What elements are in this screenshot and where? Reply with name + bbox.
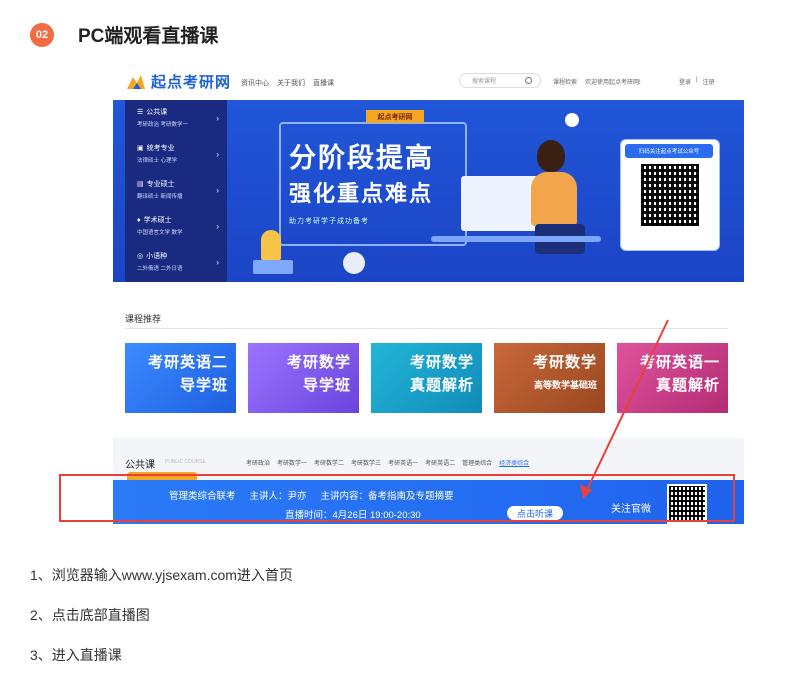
chevron-right-icon: ›	[216, 258, 219, 267]
menu-item-title: 学术硕士	[143, 217, 172, 224]
public-course-tabs: 考研政治 考研数学一 考研数学二 考研数学三 考研英语一 考研英语二 管理类综合…	[246, 458, 529, 467]
hero-banner[interactable]: ☰ 公共课 考研政治 考研数学一 › ▣ 统考专业 法律硕士 心理学 › ▤ 专业硕士…	[113, 100, 744, 282]
course-title: 考研数学	[286, 354, 351, 371]
search-input[interactable]: 搜索课程	[459, 73, 541, 88]
menu-item-minor-language[interactable]: ◎ 小语种 二外俄语 二外日语 ›	[125, 244, 227, 280]
tab-math-2[interactable]: 考研数学二	[314, 458, 344, 467]
course-title: 考研数学	[532, 354, 597, 371]
banner-headline-1: 分阶段提高	[289, 143, 434, 173]
monitor-illustration	[461, 176, 541, 231]
login-link[interactable]: 登录	[679, 77, 691, 86]
paper-icon	[565, 113, 579, 127]
chevron-right-icon: ›	[216, 114, 219, 123]
auth-separator: |	[696, 77, 698, 83]
course-card[interactable]: 考研英语二 导学班	[125, 343, 236, 413]
globe-icon: ◎	[137, 253, 144, 260]
step-number-badge: 02	[30, 22, 54, 47]
sphere-illustration	[343, 252, 365, 274]
category-menu: ☰ 公共课 考研政治 考研数学一 › ▣ 统考专业 法律硕士 心理学 › ▤ 专业硕士…	[125, 100, 227, 282]
course-card[interactable]: 考研英语一 真题解析	[617, 343, 728, 413]
menu-item-sub: 法律硕士 心理学	[137, 158, 178, 164]
document-icon: ▤	[137, 181, 144, 188]
public-course-title-en: PUBLIC COURSE	[165, 459, 206, 465]
instruction-step: 3、进入直播课	[30, 647, 122, 663]
menu-item-title: 小语种	[146, 253, 168, 260]
chevron-right-icon: ›	[216, 222, 219, 231]
auth-links: 登录 | 注册	[679, 77, 715, 86]
register-link[interactable]: 注册	[703, 77, 715, 86]
course-card[interactable]: 考研数学 导学班	[248, 343, 359, 413]
instruction-step: 2、点击底部直播图	[30, 607, 150, 623]
plant-illustration	[261, 230, 281, 260]
menu-item-sub: 翻译硕士 新闻传播	[137, 194, 183, 200]
instruction-step: 1、浏览器输入www.yjsexam.com进入首页	[30, 567, 293, 583]
person-body-illustration	[531, 172, 577, 226]
step-title: PC端观看直播课	[78, 26, 219, 47]
banner-tag: 起点考研网	[366, 110, 424, 123]
search-placeholder: 搜索课程	[472, 79, 497, 85]
banner-subline: 助力考研学子成功备考	[289, 218, 369, 225]
tab-politics[interactable]: 考研政治	[246, 458, 270, 467]
nav-item-news[interactable]: 资讯中心	[241, 78, 269, 88]
chevron-right-icon: ›	[216, 150, 219, 159]
menu-item-sub: 中国语言文学 数学	[137, 230, 183, 236]
course-subtitle: 导学班	[302, 377, 351, 394]
step-header: 02 PC端观看直播课	[30, 21, 218, 48]
graduation-cap-icon: ♦	[137, 216, 141, 224]
search-icon[interactable]	[525, 77, 532, 84]
menu-item-public[interactable]: ☰ 公共课 考研政治 考研数学一 ›	[125, 100, 227, 136]
banner-headline-2: 强化重点难点	[289, 181, 434, 206]
logo-icon	[127, 74, 145, 89]
menu-item-title: 统考专业	[146, 145, 175, 152]
chevron-right-icon: ›	[216, 186, 219, 195]
welcome-text: 欢迎使用起点考研网!	[585, 80, 641, 86]
tab-math-3[interactable]: 考研数学三	[351, 458, 381, 467]
qr-card-title: 扫码关注起点考试公众号	[625, 144, 713, 158]
recommend-divider	[125, 328, 728, 329]
course-subtitle: 导学班	[179, 377, 228, 394]
course-subtitle: 真题解析	[409, 377, 474, 394]
tab-english-1[interactable]: 考研英语一	[388, 458, 418, 467]
course-title: 考研英语二	[147, 354, 228, 371]
tab-math-1[interactable]: 考研数学一	[277, 458, 307, 467]
site-logo[interactable]: 起点考研网	[125, 71, 231, 92]
menu-item-professional[interactable]: ▤ 专业硕士 翻译硕士 新闻传播 ›	[125, 172, 227, 208]
tab-economics[interactable]: 经济类综合	[499, 458, 529, 467]
course-title: 考研英语一	[639, 354, 720, 371]
public-course-title: 公共课	[125, 460, 155, 471]
tab-english-2[interactable]: 考研英语二	[425, 458, 455, 467]
list-icon: ☰	[137, 109, 144, 116]
website-screenshot: 起点考研网 资讯中心 关于我们 直播课 搜索课程 课程检索 欢迎使用起点考研网!…	[113, 60, 744, 528]
course-title: 考研数学	[409, 354, 474, 371]
site-header: 起点考研网 资讯中心 关于我们 直播课 搜索课程 课程检索 欢迎使用起点考研网!…	[113, 60, 744, 100]
book-icon: ▣	[137, 145, 144, 152]
menu-item-title: 公共课	[146, 109, 168, 116]
recommend-title: 课程推荐	[125, 314, 162, 324]
books-illustration	[253, 260, 293, 274]
tab-management[interactable]: 管理类综合	[462, 458, 492, 467]
nav-item-about[interactable]: 关于我们	[277, 78, 305, 88]
main-nav: 资讯中心 关于我们 直播课	[241, 78, 334, 88]
course-card[interactable]: 考研数学 真题解析	[371, 343, 482, 413]
instruction-steps: 1、浏览器输入www.yjsexam.com进入首页 2、点击底部直播图 3、进…	[30, 565, 293, 685]
qr-card: 扫码关注起点考试公众号	[620, 139, 720, 251]
qr-code-icon	[641, 164, 699, 226]
logo-text: 起点考研网	[151, 74, 232, 91]
menu-item-academic[interactable]: ♦ 学术硕士 中国语言文学 数学 ›	[125, 208, 227, 244]
person-head-illustration	[537, 140, 565, 172]
nav-item-live[interactable]: 直播课	[313, 78, 334, 88]
course-card[interactable]: 考研数学 高等数学基础班	[494, 343, 605, 413]
course-search-link[interactable]: 课程检索	[553, 77, 577, 86]
course-subtitle: 真题解析	[655, 377, 720, 394]
course-subtitle: 高等数学基础班	[533, 380, 597, 390]
top-links: 课程检索 欢迎使用起点考研网!	[553, 77, 641, 86]
menu-item-unified[interactable]: ▣ 统考专业 法律硕士 心理学 ›	[125, 136, 227, 172]
desk-illustration	[431, 236, 601, 242]
highlight-box	[59, 474, 735, 522]
menu-item-sub: 考研政治 考研数学一	[137, 122, 189, 128]
menu-item-title: 专业硕士	[146, 181, 175, 188]
menu-item-sub: 二外俄语 二外日语	[137, 266, 183, 272]
